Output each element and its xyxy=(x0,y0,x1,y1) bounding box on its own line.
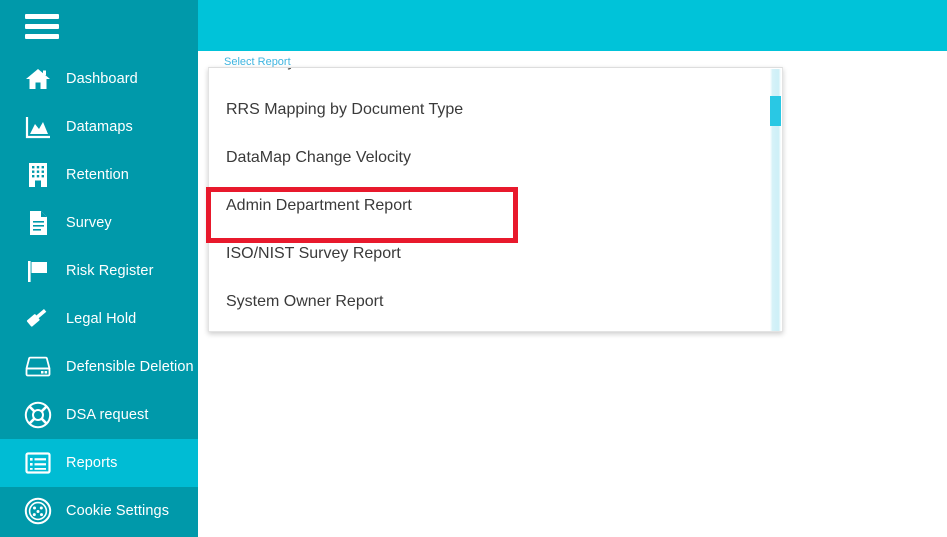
gavel-icon xyxy=(22,303,54,335)
sidebar-item-label: Datamaps xyxy=(66,119,133,135)
server-drive-icon xyxy=(22,351,54,383)
list-item[interactable]: GDPR Systems xyxy=(209,68,769,86)
sidebar-item-label: Defensible Deletion xyxy=(66,359,194,375)
sidebar-item-label: Risk Register xyxy=(66,263,154,279)
sidebar-item-retention[interactable]: Retention xyxy=(0,151,198,199)
sidebar-item-dashboard[interactable]: Dashboard xyxy=(0,55,198,103)
sidebar-item-label: Survey xyxy=(66,215,112,231)
lifebuoy-icon xyxy=(22,399,54,431)
hamburger-bar xyxy=(25,34,59,39)
sidebar-nav-list: Dashboard Datamaps Retention Survey Risk… xyxy=(0,55,198,535)
app-root: Dashboard Datamaps Retention Survey Risk… xyxy=(0,0,947,537)
sidebar-item-cookie-settings[interactable]: Cookie Settings xyxy=(0,487,198,535)
list-report-icon xyxy=(22,447,54,479)
hamburger-bar xyxy=(25,24,59,29)
main-content: Select Report GDPR Systems RRS Mapping b… xyxy=(198,51,947,537)
sidebar-item-defensible-deletion[interactable]: Defensible Deletion xyxy=(0,343,198,391)
list-item[interactable]: RRS Mapping by Document Type xyxy=(209,86,769,134)
top-header-bar xyxy=(198,0,947,51)
list-item[interactable]: System Owner Report xyxy=(209,278,769,326)
home-icon xyxy=(22,63,54,95)
hamburger-menu-icon[interactable] xyxy=(25,14,59,40)
sidebar-item-label: Cookie Settings xyxy=(66,503,170,519)
document-icon xyxy=(22,207,54,239)
report-option-list: GDPR Systems RRS Mapping by Document Typ… xyxy=(209,68,769,326)
sidebar-item-label: Legal Hold xyxy=(66,311,137,327)
list-item-admin-department-report[interactable]: Admin Department Report xyxy=(209,182,769,230)
sidebar: Dashboard Datamaps Retention Survey Risk… xyxy=(0,0,198,537)
report-dropdown-panel[interactable]: GDPR Systems RRS Mapping by Document Typ… xyxy=(208,67,783,332)
dropdown-scrollbar[interactable] xyxy=(770,69,781,331)
list-item[interactable]: DataMap Change Velocity xyxy=(209,134,769,182)
sidebar-item-datamaps[interactable]: Datamaps xyxy=(0,103,198,151)
sidebar-item-dsa-request[interactable]: DSA request xyxy=(0,391,198,439)
sidebar-item-risk-register[interactable]: Risk Register xyxy=(0,247,198,295)
sidebar-item-label: Reports xyxy=(66,455,118,471)
building-icon xyxy=(22,159,54,191)
list-item[interactable]: ISO/NIST Survey Report xyxy=(209,230,769,278)
sidebar-item-legal-hold[interactable]: Legal Hold xyxy=(0,295,198,343)
sidebar-item-survey[interactable]: Survey xyxy=(0,199,198,247)
hamburger-bar xyxy=(25,14,59,19)
area-chart-icon xyxy=(22,111,54,143)
sidebar-item-label: DSA request xyxy=(66,407,149,423)
flag-icon xyxy=(22,255,54,287)
sidebar-item-label: Dashboard xyxy=(66,71,138,87)
scrollbar-thumb[interactable] xyxy=(770,96,781,126)
sidebar-item-label: Retention xyxy=(66,167,129,183)
cookie-icon xyxy=(22,495,54,527)
sidebar-item-reports[interactable]: Reports xyxy=(0,439,198,487)
